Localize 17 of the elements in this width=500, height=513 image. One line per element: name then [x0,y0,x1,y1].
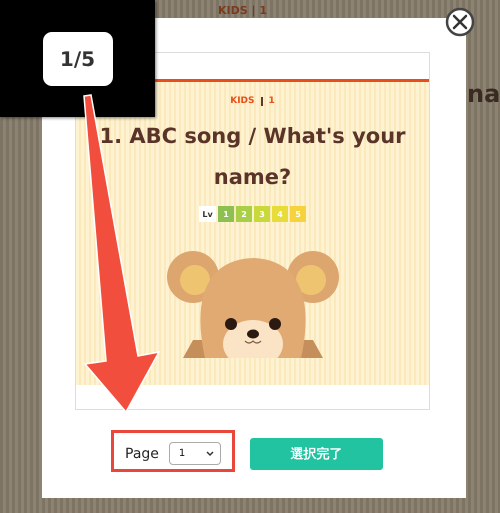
separator-bar [260,96,262,106]
level-badge: 3 [254,206,270,222]
level-badge: 5 [290,206,306,222]
category-label: KIDS [230,96,254,106]
step-counter: 1/5 [42,32,112,86]
page-select[interactable]: 1 [168,442,221,465]
level-label: Lv [199,206,216,222]
level-badge: 1 [218,206,234,222]
page-label: Page [125,446,159,462]
lesson-title: 1. ABC song / What's your name? [98,123,407,191]
close-icon[interactable] [445,7,475,37]
lesson-number: 1 [268,96,275,106]
caret-icon [206,450,214,456]
background-heading: na [467,80,500,108]
level-badge: 4 [272,206,288,222]
background-label: KIDS | 1 [218,4,268,17]
level-badge: 2 [236,206,252,222]
